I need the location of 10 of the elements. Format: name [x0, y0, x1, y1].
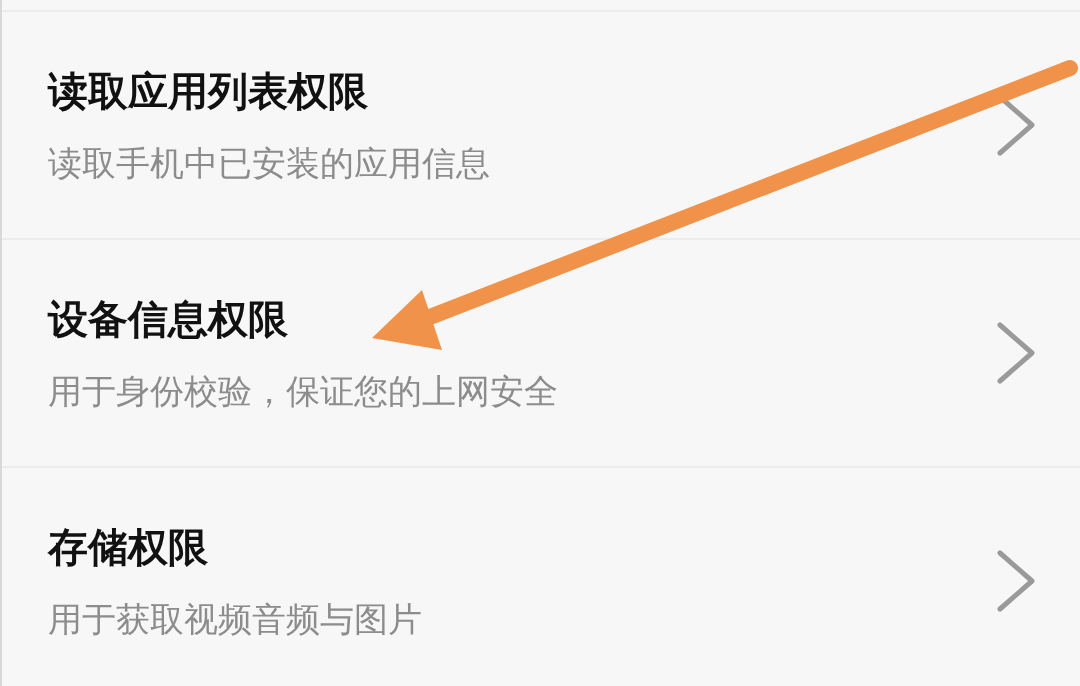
- permission-description: 用于身份校验，保证您的上网安全: [48, 369, 558, 413]
- chevron-right-icon: [996, 550, 1036, 612]
- permission-item[interactable]: 存储权限 用于获取视频音频与图片: [2, 468, 1080, 686]
- permission-description: 读取手机中已安装的应用信息: [48, 141, 490, 185]
- chevron-right-icon: [996, 322, 1036, 384]
- permission-title: 存储权限: [48, 522, 209, 572]
- permission-description: 用于获取视频音频与图片: [48, 597, 422, 641]
- permission-item[interactable]: 读取应用列表权限 读取手机中已安装的应用信息: [2, 12, 1080, 240]
- permission-title: 读取应用列表权限: [48, 66, 369, 116]
- permission-title: 设备信息权限: [48, 294, 289, 344]
